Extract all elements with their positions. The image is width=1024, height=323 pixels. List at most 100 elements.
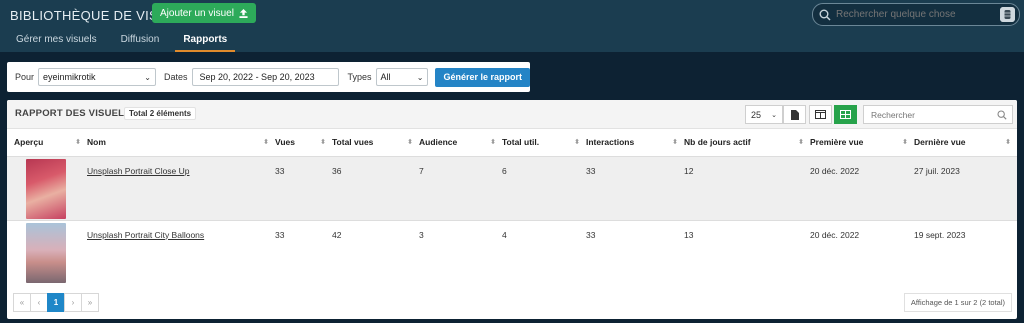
column-view-button[interactable]	[809, 105, 832, 124]
upload-icon	[239, 8, 248, 18]
for-label: Pour	[15, 72, 35, 82]
views-cell: 33	[275, 219, 332, 284]
total-badge: Total 2 éléments	[124, 107, 197, 120]
generate-report-button[interactable]: Générer le rapport	[435, 67, 530, 87]
tab-diffusion[interactable]: Diffusion	[113, 34, 168, 52]
report-title: RAPPORT DES VISUELS	[15, 108, 131, 119]
report-panel: RAPPORT DES VISUELS Total 2 éléments 25 …	[7, 100, 1017, 319]
total-views-cell: 36	[332, 156, 419, 220]
column-header-total-views[interactable]: Total vues ⬍	[332, 129, 419, 157]
column-label: Première vue	[810, 137, 864, 148]
first-page-button[interactable]: «	[13, 293, 31, 312]
audience-cell: 3	[419, 219, 502, 284]
visual-thumbnail[interactable]	[26, 222, 66, 283]
tab-reports[interactable]: Rapports	[175, 34, 236, 52]
column-header-audience[interactable]: Audience ⬍	[419, 129, 502, 157]
first-view-cell: 20 déc. 2022	[810, 156, 914, 220]
column-header-total-util[interactable]: Total util. ⬍	[502, 129, 586, 157]
active-days-cell: 13	[684, 219, 810, 284]
column-label: Dernière vue	[914, 137, 966, 148]
sort-icon: ⬍	[672, 139, 678, 146]
pagination: « ‹ 1 › »	[13, 293, 99, 312]
column-header-name[interactable]: Nom ⬍	[87, 129, 275, 157]
columns-icon	[815, 110, 826, 119]
visual-name-link[interactable]: Unsplash Portrait City Balloons	[87, 230, 204, 240]
sort-icon: ⬍	[1005, 139, 1011, 146]
column-label: Audience	[419, 137, 458, 148]
table-row: Unsplash Portrait City Balloons 33 42 3 …	[7, 219, 1017, 284]
name-cell: Unsplash Portrait Close Up	[87, 156, 275, 220]
chevron-down-icon: ⌄	[144, 72, 151, 82]
tab-manage-visuals[interactable]: Gérer mes visuels	[8, 34, 105, 52]
preview-cell	[7, 219, 87, 284]
search-icon	[819, 9, 831, 21]
types-select[interactable]: All ⌄	[375, 68, 429, 86]
column-label: Interactions	[586, 137, 635, 148]
page-info: Affichage de 1 sur 2 (2 total)	[903, 293, 1012, 312]
date-range-field[interactable]: Sep 20, 2022 - Sep 20, 2023	[191, 68, 340, 86]
prev-page-button[interactable]: ‹	[30, 293, 48, 312]
types-select-value: All	[380, 72, 391, 82]
sort-icon: ⬍	[75, 139, 81, 146]
column-header-views[interactable]: Vues ⬍	[275, 129, 332, 157]
table-search-input[interactable]	[871, 109, 989, 120]
column-header-interactions[interactable]: Interactions ⬍	[586, 129, 684, 157]
column-header-first-view[interactable]: Première vue ⬍	[810, 129, 914, 157]
sort-icon: ⬍	[902, 139, 908, 146]
last-view-cell: 19 sept. 2023	[914, 219, 1017, 284]
column-label: Nom	[87, 137, 106, 148]
dates-label: Dates	[164, 72, 188, 82]
total-views-cell: 42	[332, 219, 419, 284]
interactions-cell: 33	[586, 219, 684, 284]
database-icon[interactable]	[1000, 7, 1015, 22]
report-table: Aperçu ⬍ Nom ⬍ Vues ⬍ Total vues ⬍ Audience ⬍…	[7, 129, 1017, 284]
per-page-select[interactable]: 25 ⌄	[745, 105, 783, 124]
preview-cell	[7, 156, 87, 220]
column-label: Total vues	[332, 137, 374, 148]
grid-icon	[840, 110, 851, 119]
last-view-cell: 27 juil. 2023	[914, 156, 1017, 220]
next-page-button[interactable]: ›	[64, 293, 82, 312]
visual-thumbnail[interactable]	[26, 158, 66, 219]
visual-name-link[interactable]: Unsplash Portrait Close Up	[87, 166, 190, 176]
last-page-button[interactable]: »	[81, 293, 99, 312]
per-page-value: 25	[751, 109, 762, 120]
report-filters: Pour eyeinmikrotik ⌄ Dates Sep 20, 2022 …	[7, 62, 530, 92]
sort-icon: ⬍	[263, 139, 269, 146]
add-visual-label: Ajouter un visuel	[160, 7, 234, 19]
sort-icon: ⬍	[320, 139, 326, 146]
active-days-cell: 12	[684, 156, 810, 220]
column-header-last-view[interactable]: Dernière vue ⬍	[914, 129, 1017, 157]
column-label: Nb de jours actif	[684, 137, 751, 148]
account-select-value: eyeinmikrotik	[43, 72, 96, 82]
first-view-cell: 20 déc. 2022	[810, 219, 914, 284]
column-header-preview[interactable]: Aperçu ⬍	[7, 129, 87, 157]
name-cell: Unsplash Portrait City Balloons	[87, 219, 275, 284]
account-select[interactable]: eyeinmikrotik ⌄	[38, 68, 156, 86]
export-button[interactable]	[783, 105, 806, 124]
types-label: Types	[347, 72, 372, 82]
chevron-down-icon: ⌄	[416, 72, 424, 82]
global-search[interactable]	[812, 3, 1020, 26]
sort-icon: ⬍	[407, 139, 413, 146]
audience-cell: 7	[419, 156, 502, 220]
sort-icon: ⬍	[490, 139, 496, 146]
total-util-cell: 4	[502, 219, 586, 284]
column-label: Aperçu	[14, 137, 44, 148]
views-cell: 33	[275, 156, 332, 220]
sort-icon: ⬍	[798, 139, 804, 146]
column-label: Vues	[275, 137, 296, 148]
chevron-down-icon: ⌄	[771, 111, 777, 119]
column-header-active-days[interactable]: Nb de jours actif ⬍	[684, 129, 810, 157]
global-search-input[interactable]	[836, 9, 996, 20]
sort-icon: ⬍	[574, 139, 580, 146]
page-1-button[interactable]: 1	[47, 293, 65, 312]
add-visual-button[interactable]: Ajouter un visuel	[152, 3, 256, 23]
total-util-cell: 6	[502, 156, 586, 220]
grid-view-button[interactable]	[834, 105, 857, 124]
report-panel-header: RAPPORT DES VISUELS Total 2 éléments 25 …	[7, 100, 1017, 129]
interactions-cell: 33	[586, 156, 684, 220]
column-label: Total util.	[502, 137, 540, 148]
table-search[interactable]	[863, 105, 1013, 124]
file-icon	[790, 109, 799, 120]
